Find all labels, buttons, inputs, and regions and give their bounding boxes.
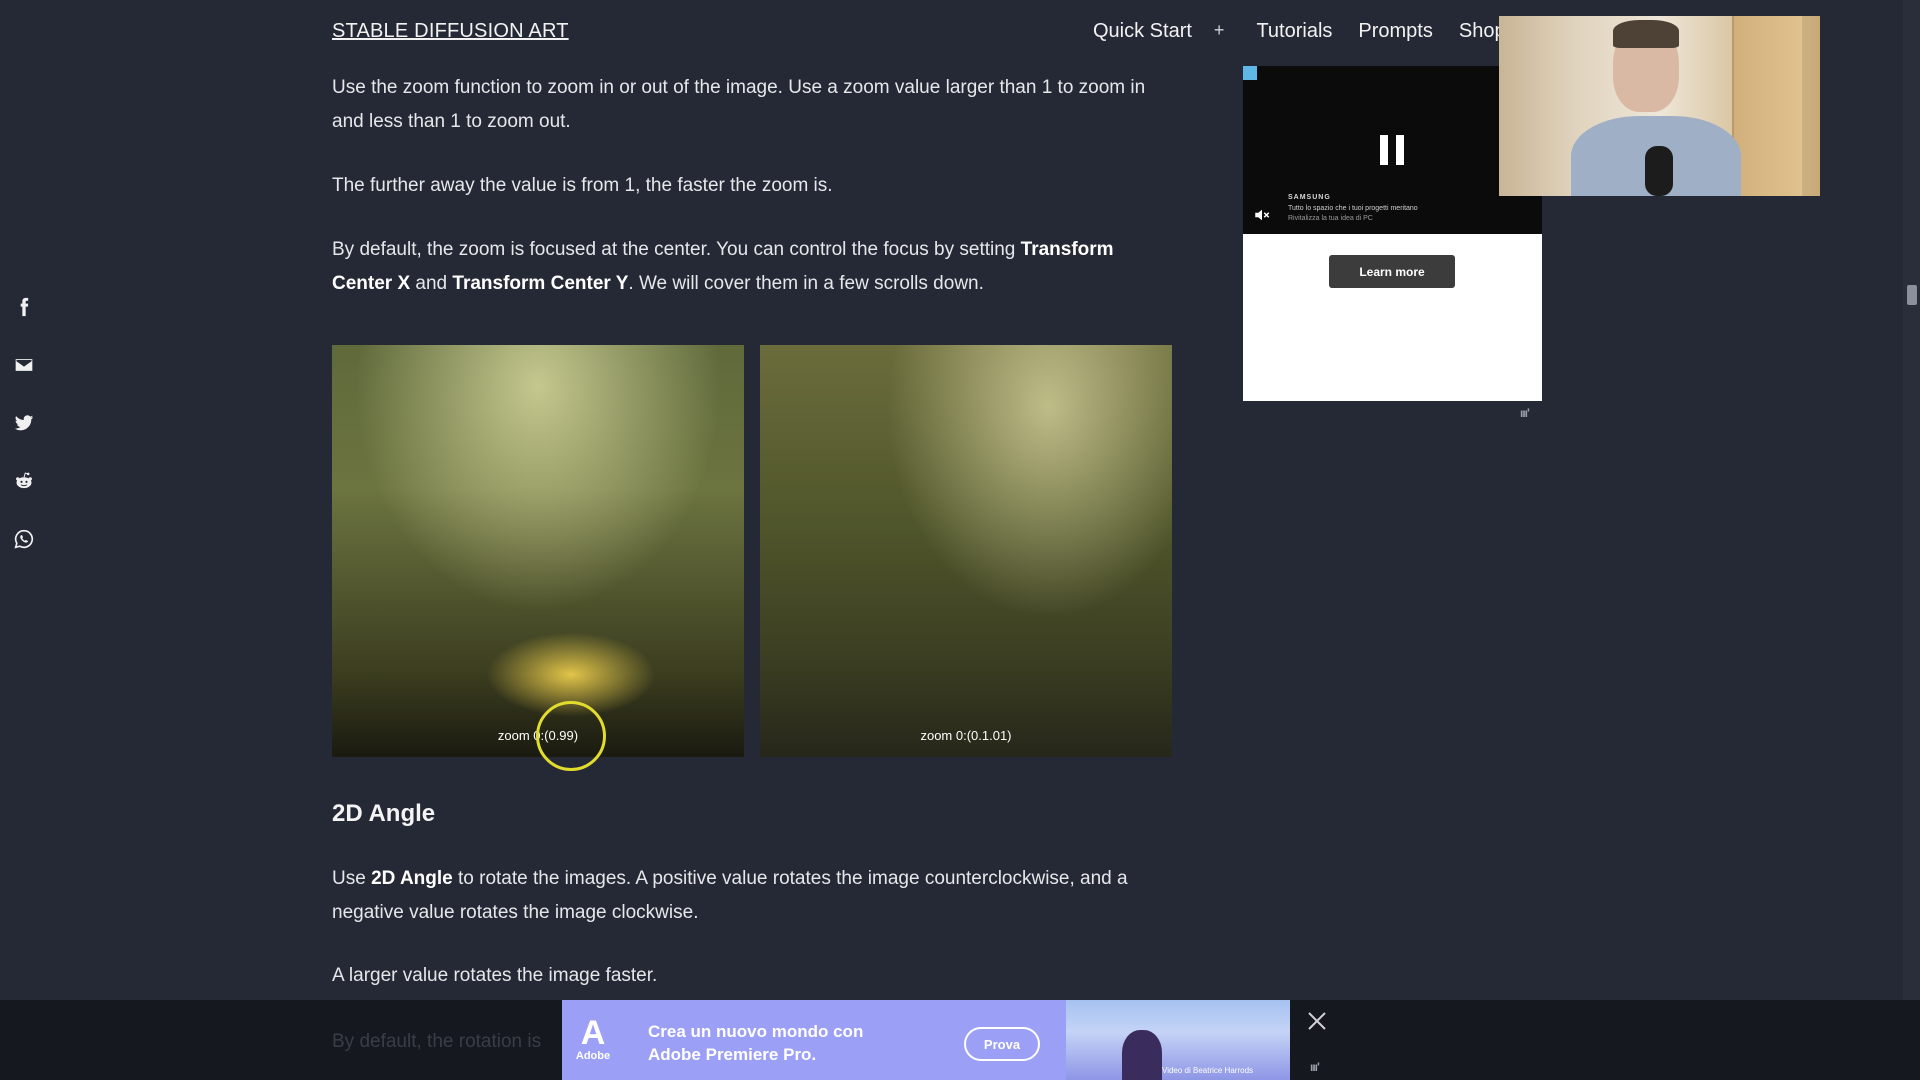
adobe-banner-ad[interactable]: A Adobe Crea un nuovo mondo con Adobe Pr… bbox=[562, 1000, 1290, 1080]
scrollbar-thumb[interactable] bbox=[1907, 285, 1917, 305]
zoom-example-image-2: zoom 0:(0.1.01) bbox=[760, 345, 1172, 757]
text-segment: and bbox=[410, 273, 453, 294]
ad-brand: SAMSUNG bbox=[1288, 194, 1331, 201]
paragraph-2d-angle: Use 2D Angle to rotate the images. A pos… bbox=[332, 862, 1172, 930]
email-icon[interactable] bbox=[12, 353, 36, 377]
ad-subline: Rivitalizza la tua idea di PC bbox=[1288, 215, 1373, 222]
adobe-logo-word: Adobe bbox=[575, 1050, 611, 1062]
paragraph-zoom-speed: The further away the value is from 1, th… bbox=[332, 175, 833, 196]
text-segment: . We will cover them in a few scrolls do… bbox=[628, 273, 984, 294]
adobe-logo-icon: A bbox=[580, 1014, 606, 1052]
nav-tutorials[interactable]: Tutorials bbox=[1256, 20, 1332, 43]
section-heading-2d-angle: 2D Angle bbox=[332, 800, 436, 827]
background-door bbox=[1732, 16, 1802, 196]
microphone bbox=[1645, 146, 1673, 196]
webcam-overlay bbox=[1499, 16, 1820, 196]
bold-term-transform-center-y: Transform Center Y bbox=[452, 273, 629, 294]
ad-network-icon: ııı' bbox=[1310, 1060, 1320, 1074]
site-title-link[interactable]: STABLE DIFFUSION ART bbox=[332, 20, 569, 43]
ad-video-player[interactable]: SAMSUNG Tutto lo spazio che i tuoi proge… bbox=[1243, 66, 1542, 234]
paragraph-zoom-focus: By default, the zoom is focused at the c… bbox=[332, 233, 1172, 301]
facebook-icon[interactable] bbox=[12, 295, 36, 319]
banner-line-2: Adobe Premiere Pro. bbox=[648, 1045, 817, 1064]
pause-icon[interactable] bbox=[1380, 135, 1404, 165]
text-segment: By default, the zoom is focused at the c… bbox=[332, 239, 1021, 260]
nav-expand-icon[interactable]: + bbox=[1214, 20, 1225, 43]
bold-term-2d-angle: 2D Angle bbox=[371, 868, 453, 889]
banner-line-1: Crea un nuovo mondo con bbox=[648, 1022, 864, 1041]
nav-prompts[interactable]: Prompts bbox=[1358, 20, 1432, 43]
scrollbar-track[interactable] bbox=[1903, 0, 1920, 1080]
person-hair bbox=[1613, 20, 1679, 48]
whatsapp-icon[interactable] bbox=[12, 527, 36, 551]
image-caption: zoom 0:(0.1.01) bbox=[920, 728, 1012, 743]
paragraph-zoom-intro: Use the zoom function to zoom in or out … bbox=[332, 77, 1146, 132]
paragraph-rotation-speed: A larger value rotates the image faster. bbox=[332, 965, 658, 986]
ad-choices-icon[interactable] bbox=[1243, 66, 1257, 80]
ad-tagline: Tutto lo spazio che i tuoi progetti meri… bbox=[1288, 205, 1418, 212]
prova-button[interactable]: Prova bbox=[964, 1027, 1040, 1061]
ad-network-icon: ııı' bbox=[1520, 406, 1530, 420]
learn-more-button[interactable]: Learn more bbox=[1329, 255, 1455, 288]
mute-icon[interactable] bbox=[1253, 206, 1271, 224]
side-video-ad[interactable]: SAMSUNG Tutto lo spazio che i tuoi proge… bbox=[1243, 66, 1542, 401]
banner-headline: Crea un nuovo mondo con Adobe Premiere P… bbox=[648, 1020, 863, 1066]
adobe-logo: A Adobe bbox=[574, 1016, 612, 1072]
banner-figure bbox=[1122, 1030, 1162, 1080]
page: STABLE DIFFUSION ART Quick Start + Tutor… bbox=[0, 0, 1920, 1080]
main-nav: Quick Start + Tutorials Prompts Shop bbox=[1093, 20, 1506, 43]
close-icon[interactable] bbox=[1306, 1010, 1328, 1032]
text-segment: Use bbox=[332, 868, 372, 889]
cursor-highlight-ring bbox=[536, 701, 606, 771]
twitter-icon[interactable] bbox=[12, 411, 36, 435]
photo-credit: Video di Beatrice Harrods bbox=[1162, 1066, 1254, 1075]
nav-quick-start[interactable]: Quick Start bbox=[1093, 20, 1192, 43]
reddit-icon[interactable] bbox=[12, 469, 36, 493]
zoom-example-image-1: zoom 0:(0.99) bbox=[332, 345, 744, 757]
